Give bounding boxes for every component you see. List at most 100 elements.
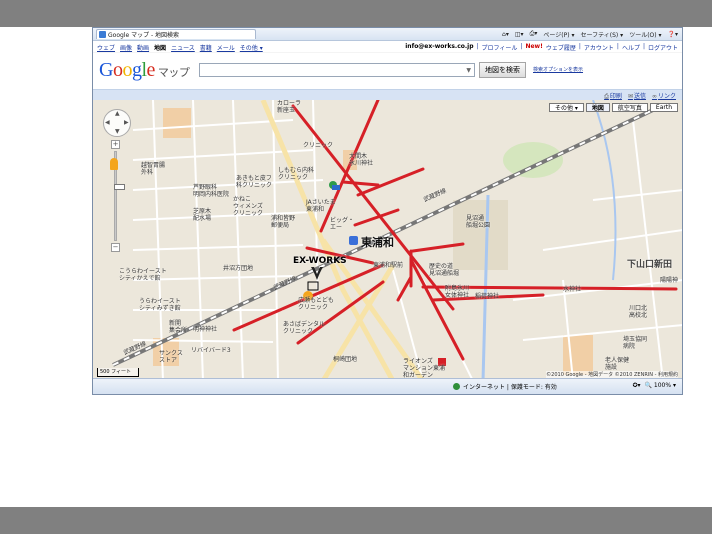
zoom-status[interactable]: 🔍 100% ▾ <box>645 382 676 389</box>
map-label: 陽陽神 <box>660 277 679 284</box>
pan-right-icon[interactable]: ▶ <box>124 119 129 126</box>
map-type-map-button[interactable]: 地図 <box>585 103 610 112</box>
gbar-link-more[interactable]: その他 ▾ <box>240 43 263 52</box>
security-zone[interactable]: インターネット | 保護モード: 有効 <box>453 382 557 391</box>
map-label: 桐崎団地 <box>333 356 358 363</box>
internet-zone-icon <box>453 383 460 390</box>
new-badge: New! <box>525 43 543 50</box>
map-label: 浦和皆野 郵便局 <box>271 215 296 229</box>
safety-menu[interactable]: セーフティ(S) ▾ <box>580 30 623 39</box>
gbar-link-books[interactable]: 書籍 <box>200 43 212 52</box>
map-label: 広瀬もとども クリニック <box>298 297 334 311</box>
google-bar-services: ウェブ 画像 動画 地図 ニュース 書籍 メール その他 ▾ <box>97 43 263 52</box>
home-icon[interactable]: ⌂▾ <box>502 31 509 38</box>
print-icon: ⎙ <box>604 93 609 100</box>
google-favicon-icon <box>99 31 106 38</box>
map-label: 大間木 氷川神社 <box>349 153 374 167</box>
pan-control[interactable]: ▲ ◀ ▶ ▼ <box>103 109 131 137</box>
map-label: かねこ ウィメンズ クリニック <box>233 196 264 217</box>
zoom-in-button[interactable]: + <box>111 140 120 149</box>
map-label: リバイバード3 <box>191 347 231 354</box>
exworks-label[interactable]: EX-WORKS <box>293 257 347 266</box>
browser-status-bar: インターネット | 保護モード: 有効 ✪▾ 🔍 100% ▾ <box>93 378 682 394</box>
zoom-slider-thumb[interactable] <box>114 184 125 190</box>
page-menu[interactable]: ページ(P) ▾ <box>543 30 574 39</box>
favorites-status-icon[interactable]: ✪▾ <box>632 382 640 389</box>
google-bar-account: info@ex-works.co.jp | プロフィール | New! ウェブ履… <box>405 43 678 52</box>
web-history-link[interactable]: ウェブ履歴 <box>546 43 576 52</box>
map-label: 川口北 高校北 <box>629 305 648 319</box>
mail-icon: ✉ <box>627 93 633 100</box>
gbar-link-mail[interactable]: メール <box>217 43 235 52</box>
google-maps-logo[interactable]: Google マップ <box>99 59 190 82</box>
gbar-link-video[interactable]: 動画 <box>137 43 149 52</box>
station-icon <box>349 236 358 245</box>
gbar-link-news[interactable]: ニュース <box>171 43 195 52</box>
map-label: サンクス ストア <box>159 350 183 364</box>
map-label: 明神神社 <box>193 326 218 333</box>
map-label: ライオンズ マンション東浦 和ガーデン <box>403 358 446 379</box>
map-label: しもむら内科 クリニック <box>278 167 315 181</box>
map-type-earth-button[interactable]: Earth <box>649 103 678 112</box>
pan-down-icon[interactable]: ▼ <box>115 128 120 135</box>
gbar-link-images[interactable]: 画像 <box>120 43 132 52</box>
top-gray-band <box>0 0 712 27</box>
print-cmd-icon[interactable]: ⎙▾ <box>530 30 538 38</box>
map-label: クリニック <box>303 142 334 149</box>
help-link[interactable]: ヘルプ <box>622 43 640 52</box>
map-type-more-button[interactable]: その他 ▾ <box>548 103 584 112</box>
pan-up-icon[interactable]: ▲ <box>115 110 120 117</box>
map-label: 新開 集会所 <box>169 320 188 334</box>
ie-command-bar: ⌂▾ ◫▾ ⎙▾ ページ(P) ▾ セーフティ(S) ▾ ツール(O) ▾ ❓▾ <box>502 29 678 39</box>
map-label: 越智胃腸 外科 <box>141 162 166 176</box>
google-bar: ウェブ 画像 動画 地図 ニュース 書籍 メール その他 ▾ info@ex-w… <box>93 41 682 52</box>
status-right: ✪▾ 🔍 100% ▾ <box>632 382 676 389</box>
map-label: 水神社 <box>563 286 582 293</box>
help-icon[interactable]: ❓▾ <box>668 31 678 38</box>
feeds-icon[interactable]: ◫▾ <box>515 31 524 38</box>
map-label: 埼玉協同 病院 <box>623 336 648 350</box>
map-label: こうらわイースト シティかえで館 <box>119 268 167 282</box>
browser-tab[interactable]: Google マップ - 地図検索 <box>96 29 256 39</box>
map-label: 井沼方団地 <box>223 265 254 272</box>
browser-window: Google マップ - 地図検索 ⌂▾ ◫▾ ⎙▾ ページ(P) ▾ セーフテ… <box>92 27 683 395</box>
map-label: 芦野眼科 明岡内科医院 <box>193 184 230 198</box>
zoom-out-button[interactable]: − <box>111 243 120 252</box>
map-label: カローラ 新座玉 <box>277 100 302 114</box>
map-search-input[interactable]: ▼ <box>199 63 475 77</box>
map-type-satellite-button[interactable]: 航空写真 <box>611 103 648 112</box>
zoom-control[interactable]: + − <box>111 140 125 252</box>
map-label: 稲荷神社 <box>475 293 500 300</box>
tools-menu[interactable]: ツール(O) ▾ <box>629 30 661 39</box>
tab-title: Google マップ - 地図検索 <box>108 32 180 39</box>
map-label: 附島氷川 女体神社 <box>445 285 470 299</box>
map-scale: 500 フィート <box>97 368 139 377</box>
search-options-link[interactable]: 検索オプションを表示 <box>533 66 583 73</box>
search-row: Google マップ ▼ 地図を検索 検索オプションを表示 <box>93 53 682 89</box>
map-canvas[interactable]: カローラ 新座玉 クリニック 大間木 氷川神社 東浦和 EX-WORKS JAさいた… <box>93 100 682 381</box>
logout-link[interactable]: ログアウト <box>648 43 678 52</box>
map-label: 見沼通 船堀公園 <box>466 215 491 229</box>
map-label: うらわイースト シティみずき館 <box>139 298 181 312</box>
pan-left-icon[interactable]: ◀ <box>105 119 110 126</box>
map-label: あさばデンタル クリニック <box>283 321 326 335</box>
map-label: 老人保健 施設 <box>605 357 630 371</box>
map-copyright: ©2010 Google - 地図データ ©2010 ZENRIN - 利用規約 <box>546 371 678 378</box>
account-link[interactable]: アカウント <box>584 43 614 52</box>
map-label: ビッグ・ エー <box>330 217 355 231</box>
street-view-pegman-icon[interactable] <box>110 158 118 170</box>
search-maps-button[interactable]: 地図を検索 <box>479 62 526 78</box>
map-label: 芝原木 配水場 <box>193 208 212 222</box>
gbar-link-web[interactable]: ウェブ <box>97 43 115 52</box>
profile-link[interactable]: プロフィール <box>482 43 518 52</box>
map-label: 東浦和駅前 <box>373 262 404 269</box>
area-label: 下山口新田 <box>627 260 673 270</box>
map-label: 歴史の道 見沼通船堀 <box>429 263 460 277</box>
map-label: JAさいたま 東浦和 <box>306 199 336 213</box>
dropdown-arrow-icon[interactable]: ▼ <box>466 67 471 74</box>
ie-toolbar: Google マップ - 地図検索 ⌂▾ ◫▾ ⎙▾ ページ(P) ▾ セーフテ… <box>93 28 682 41</box>
station-label[interactable]: 東浦和 <box>361 237 394 248</box>
gbar-link-maps[interactable]: 地図 <box>154 43 166 52</box>
bottom-gray-band <box>0 507 712 534</box>
zone-text: インターネット | 保護モード: 有効 <box>463 384 557 391</box>
